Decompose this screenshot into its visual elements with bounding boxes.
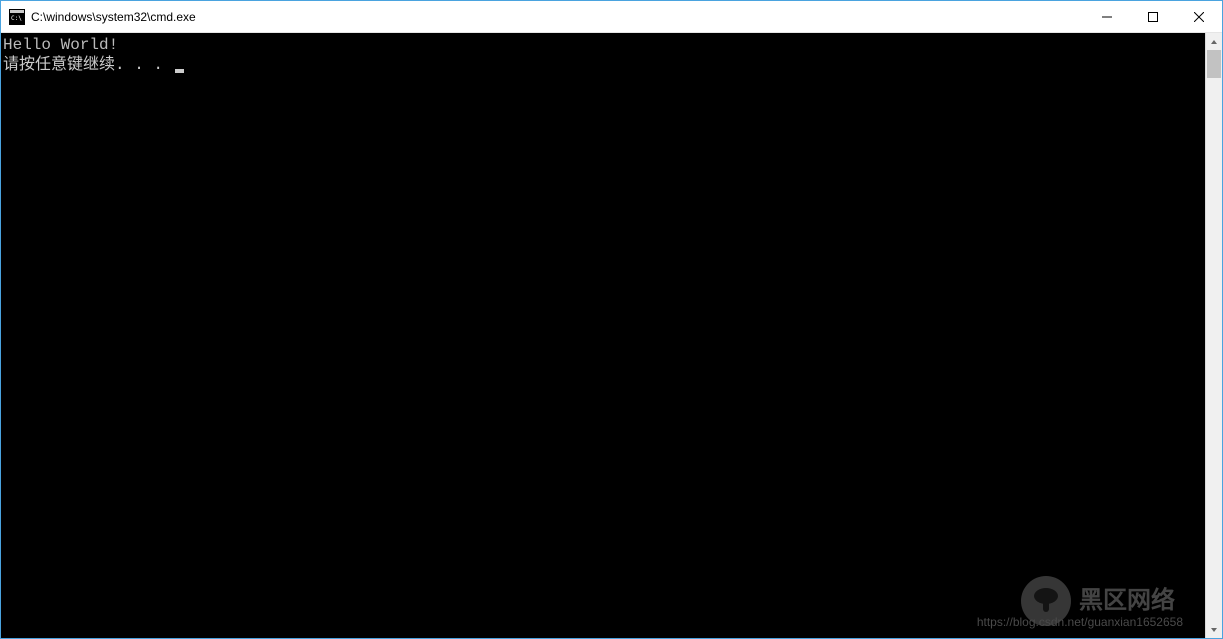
scroll-up-button[interactable]: [1206, 33, 1222, 50]
terminal[interactable]: Hello World! 请按任意键继续. . . 黑区网络 https://b…: [1, 33, 1205, 638]
cursor-icon: [175, 69, 184, 73]
svg-text:C:\: C:\: [11, 15, 22, 22]
vertical-scrollbar[interactable]: [1205, 33, 1222, 638]
cmd-window: C:\ C:\windows\system32\cmd.exe Hello Wo…: [0, 0, 1223, 639]
mushroom-icon: [1021, 576, 1071, 626]
window-controls: [1084, 1, 1222, 32]
minimize-button[interactable]: [1084, 1, 1130, 32]
terminal-text: 请按任意键继续. . .: [3, 56, 173, 74]
watermark-url: https://blog.csdn.net/guanxian1652658: [977, 612, 1183, 632]
watermark-brand: 黑区网络: [1079, 591, 1175, 611]
close-button[interactable]: [1176, 1, 1222, 32]
terminal-line: Hello World!: [3, 35, 1205, 55]
cmd-icon: C:\: [9, 9, 25, 25]
window-title: C:\windows\system32\cmd.exe: [31, 10, 1084, 24]
terminal-container: Hello World! 请按任意键继续. . . 黑区网络 https://b…: [1, 33, 1222, 638]
maximize-button[interactable]: [1130, 1, 1176, 32]
scroll-down-button[interactable]: [1206, 621, 1222, 638]
titlebar[interactable]: C:\ C:\windows\system32\cmd.exe: [1, 1, 1222, 33]
terminal-line: 请按任意键继续. . .: [3, 55, 1205, 75]
watermark-logo: 黑区网络: [1021, 576, 1175, 626]
scrollbar-thumb[interactable]: [1207, 50, 1221, 78]
